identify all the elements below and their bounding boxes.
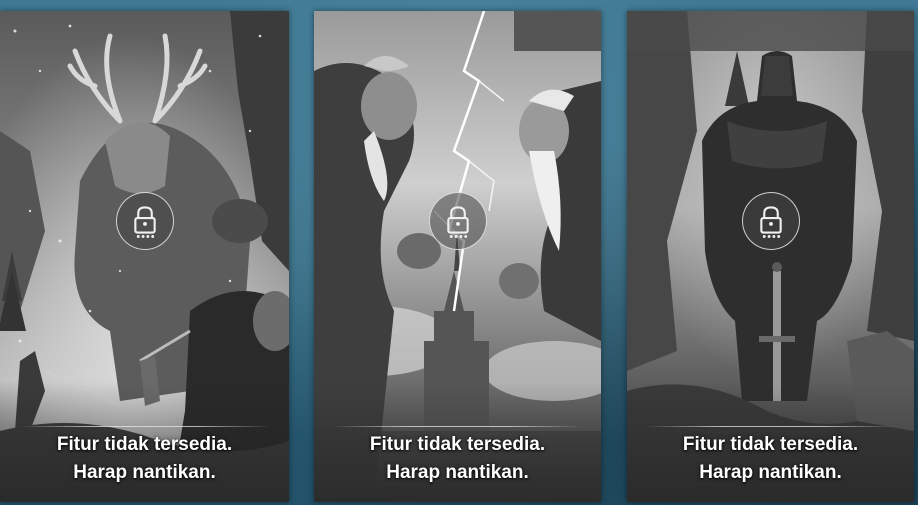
feature-card-2[interactable]: Fitur tidak tersedia. Harap nantikan. [314, 11, 601, 502]
caption-divider [18, 426, 271, 427]
coming-soon-text: Harap nantikan. [699, 462, 842, 483]
unavailable-message: Fitur tidak tersedia. Harap nantikan. [0, 431, 289, 487]
lock-icon [741, 192, 800, 250]
unavailable-text: Fitur tidak tersedia. [369, 434, 546, 455]
unavailable-message: Fitur tidak tersedia. Harap nantikan. [627, 431, 914, 487]
feature-card-1[interactable]: Fitur tidak tersedia. Harap nantikan. [0, 11, 289, 502]
caption-divider [332, 426, 583, 427]
unavailable-text: Fitur tidak tersedia. [56, 434, 233, 455]
coming-soon-text: Harap nantikan. [386, 462, 529, 483]
coming-soon-text: Harap nantikan. [73, 462, 216, 483]
feature-card-3[interactable]: Fitur tidak tersedia. Harap nantikan. [627, 11, 914, 502]
caption-divider [645, 426, 896, 427]
lock-icon [428, 192, 487, 250]
unavailable-message: Fitur tidak tersedia. Harap nantikan. [314, 431, 601, 487]
unavailable-text: Fitur tidak tersedia. [682, 434, 859, 455]
lock-icon [115, 192, 174, 250]
